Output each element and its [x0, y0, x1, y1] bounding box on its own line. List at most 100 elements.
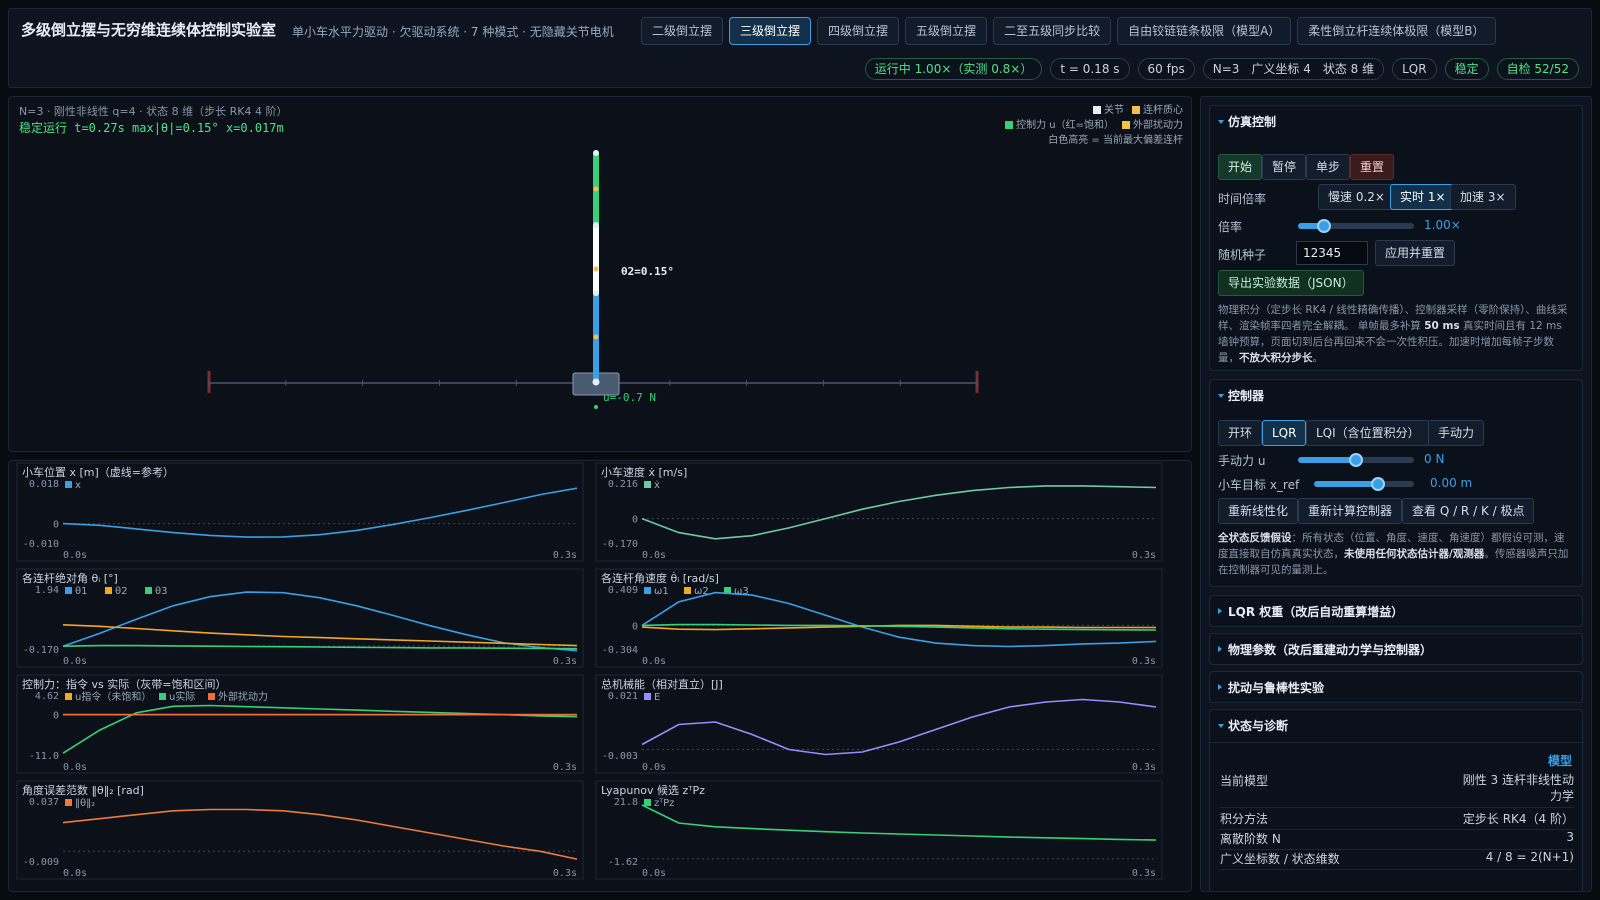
plot-xstart: 0.0s — [63, 868, 87, 879]
tab-3-link[interactable]: 三级倒立摆 — [729, 17, 812, 45]
plot-legend-label: u实际 — [169, 690, 195, 703]
section-controller: 控制器 开环 LQR LQI（含位置积分） 手动力 手动力 u 0 N 小车目标… — [1209, 379, 1583, 587]
start-button[interactable]: 开始 — [1218, 154, 1263, 180]
tab-4-link[interactable]: 四级倒立摆 — [817, 17, 900, 45]
simulation-view[interactable]: N=3 · 刚性非线性 q=4 · 状态 8 维（步长 RK4 4 阶） 稳定运… — [8, 96, 1192, 452]
plot-panel: 各连杆角速度 θ̇ᵢ [rad/s]0.409-0.3040.0s 0.3sω1 ω… — [595, 568, 1163, 668]
diag-row-dimension: 广义坐标数 / 状态维数 4 / 8 = 2(N+1) — [1220, 850, 1574, 870]
controller-header[interactable]: 控制器 — [1210, 380, 1582, 412]
plot-xstart: 0.0s — [642, 868, 666, 879]
force-arrow-origin — [594, 405, 598, 409]
plot-zero-label: 0 — [53, 711, 59, 722]
section-sim-control: 仿真控制 开始 暂停 单步 重置 时间倍率 慢速 0.2× 实时 1× 加速 3… — [1209, 105, 1583, 371]
seed-label: 随机种子 — [1218, 248, 1267, 262]
plot-title: 总机械能（相对直立）[J] — [601, 677, 723, 691]
joint-2 — [593, 222, 599, 228]
plot-panel: 控制力：指令 vs 实际（灰带=饱和区间）4.62 -11.0 0.0s 0.3s u指… — [16, 674, 584, 774]
reset-button[interactable]: 重置 — [1350, 154, 1395, 180]
apply-seed-button[interactable]: 应用并重置 — [1375, 240, 1456, 266]
disturbance-header[interactable]: 扰动与鲁棒性实验 — [1210, 672, 1582, 704]
plot-xstart: 0.0s — [642, 656, 666, 667]
plot-panel: Lyapunov 候选 zᵀPz21.8 -1.62 0.0s 0.3s zᵀPz — [595, 780, 1163, 880]
mode-open-loop-button[interactable]: 开环 — [1218, 420, 1263, 446]
rate-value: 1.00× — [1424, 218, 1461, 232]
tab-flexible-limit[interactable]: 柔性倒立杆连续体极限（模型B） — [1297, 17, 1496, 45]
com-3 — [593, 186, 599, 192]
plot-legend-label: θ2 — [115, 586, 127, 597]
plot-ymin: -0.010 — [23, 539, 59, 550]
xref-value: 0.00 m — [1430, 476, 1473, 490]
plot-legend-swatch — [644, 481, 651, 488]
selftest-badge: 自检 52/52 — [1496, 58, 1579, 80]
plot-legend-label: u指令（未饱和） — [75, 690, 151, 703]
sim-control-note: 物理积分（定步长 RK4 / 线性精确传播）、控制器采样（零阶保持）、曲线采样、… — [1218, 304, 1568, 364]
rate-slider[interactable] — [1298, 219, 1414, 233]
time-badge: t = 0.18 s — [1050, 58, 1130, 80]
dimension-badge: N=3 广义坐标 4 状态 8 维 — [1202, 58, 1385, 80]
joint-3 — [593, 150, 599, 156]
diag-row-order: 离散阶数 N 3 — [1220, 830, 1574, 850]
lqr-weights-header[interactable]: LQR 权重（改后自动重算增益） — [1210, 596, 1582, 628]
plot-ymin: -0.003 — [602, 751, 638, 762]
plot-ymin: -1.62 — [608, 857, 638, 868]
plot-ymax: 0.216 — [608, 479, 638, 490]
speed-slow-button[interactable]: 慢速 0.2× — [1318, 184, 1395, 210]
export-json-button[interactable]: 导出实验数据（JSON） — [1218, 270, 1364, 296]
speed-fast-button[interactable]: 加速 3× — [1450, 184, 1516, 210]
plot-ymax: 0.021 — [608, 691, 638, 702]
plot-xend: 0.3s — [1132, 550, 1156, 561]
plot-ymax: 1.94 — [35, 585, 59, 596]
mode-lqi-button[interactable]: LQI（含位置积分） — [1306, 420, 1430, 446]
tab-2-link[interactable]: 二级倒立摆 — [641, 17, 724, 45]
manual-force-value: 0 N — [1424, 452, 1445, 466]
plot-legend-swatch — [644, 693, 651, 700]
mode-manual-button[interactable]: 手动力 — [1428, 420, 1485, 446]
plot-xstart: 0.0s — [642, 762, 666, 773]
plot-title: 各连杆角速度 θ̇ᵢ [rad/s] — [601, 571, 719, 585]
pendulum-canvas: θ2=0.15° u=-0.7 N — [207, 150, 979, 409]
plot-ymax: 21.8 — [614, 797, 638, 808]
pause-button[interactable]: 暂停 — [1262, 154, 1307, 180]
plot-xstart: 0.0s — [63, 550, 87, 561]
relinearize-button[interactable]: 重新线性化 — [1218, 498, 1299, 524]
step-button[interactable]: 单步 — [1306, 154, 1351, 180]
plot-legend-swatch — [644, 799, 651, 806]
seed-input[interactable]: 12345 — [1296, 241, 1368, 265]
plot-legend-swatch — [65, 587, 72, 594]
sim-control-header[interactable]: 仿真控制 — [1210, 106, 1582, 138]
force-label: u=-0.7 N — [603, 391, 656, 404]
physics-params-header[interactable]: 物理参数（改后重建动力学与控制器） — [1210, 634, 1582, 666]
plot-legend-swatch — [65, 799, 72, 806]
diagnostics-header[interactable]: 状态与诊断 — [1210, 710, 1582, 742]
app-title: 多级倒立摆与无穷维连续体控制实验室 — [21, 21, 277, 39]
joint-0 — [592, 378, 600, 386]
view-qrk-button[interactable]: 查看 Q / R / K / 极点 — [1402, 498, 1535, 524]
plot-legend-swatch — [684, 587, 691, 594]
plot-panel: 小车位置 x [m]（虚线=参考）0.018 -0.010 0.0s 0.3s x 0 — [16, 462, 584, 562]
plot-legend-label: θ1 — [75, 586, 87, 597]
plot-legend-label: ω1 — [654, 586, 669, 597]
plot-ymax: 0.409 — [608, 585, 638, 596]
xref-slider[interactable] — [1314, 477, 1414, 491]
tab-compare[interactable]: 二至五级同步比较 — [993, 17, 1112, 45]
tab-chain-limit[interactable]: 自由铰链链条极限（模型A） — [1117, 17, 1292, 45]
manual-force-slider[interactable] — [1298, 453, 1414, 467]
mode-lqr-button[interactable]: LQR — [1262, 420, 1307, 446]
com-2 — [593, 266, 599, 272]
plot-title: 控制力：指令 vs 实际（灰带=饱和区间） — [22, 677, 226, 691]
plot-xstart: 0.0s — [642, 550, 666, 561]
plot-legend-label: 外部扰动力 — [218, 690, 268, 703]
plot-panel: 角度误差范数 ‖θ‖₂ [rad]0.037 -0.009 0.0s 0.3s ‖θ‖₂ — [16, 780, 584, 880]
xref-label: 小车目标 x_ref — [1218, 478, 1300, 492]
plot-legend-swatch — [208, 693, 215, 700]
plot-legend-swatch — [105, 587, 112, 594]
speed-realtime-button[interactable]: 实时 1× — [1390, 184, 1456, 210]
tab-5-link[interactable]: 五级倒立摆 — [905, 17, 988, 45]
plot-xend: 0.3s — [1132, 762, 1156, 773]
plot-title: 角度误差范数 ‖θ‖₂ [rad] — [22, 783, 144, 797]
plot-grid: 小车位置 x [m]（虚线=参考）0.018-0.0100.0s 0.3sx0小车… — [16, 462, 1163, 880]
plot-xstart: 0.0s — [63, 762, 87, 773]
recompute-controller-button[interactable]: 重新计算控制器 — [1298, 498, 1403, 524]
plot-panel: 各连杆绝对角 θᵢ [°]1.94 -0.170 0.0s 0.3s θ1 θ2 θ3 — [16, 568, 584, 668]
plot-ymin: -0.009 — [23, 857, 59, 868]
